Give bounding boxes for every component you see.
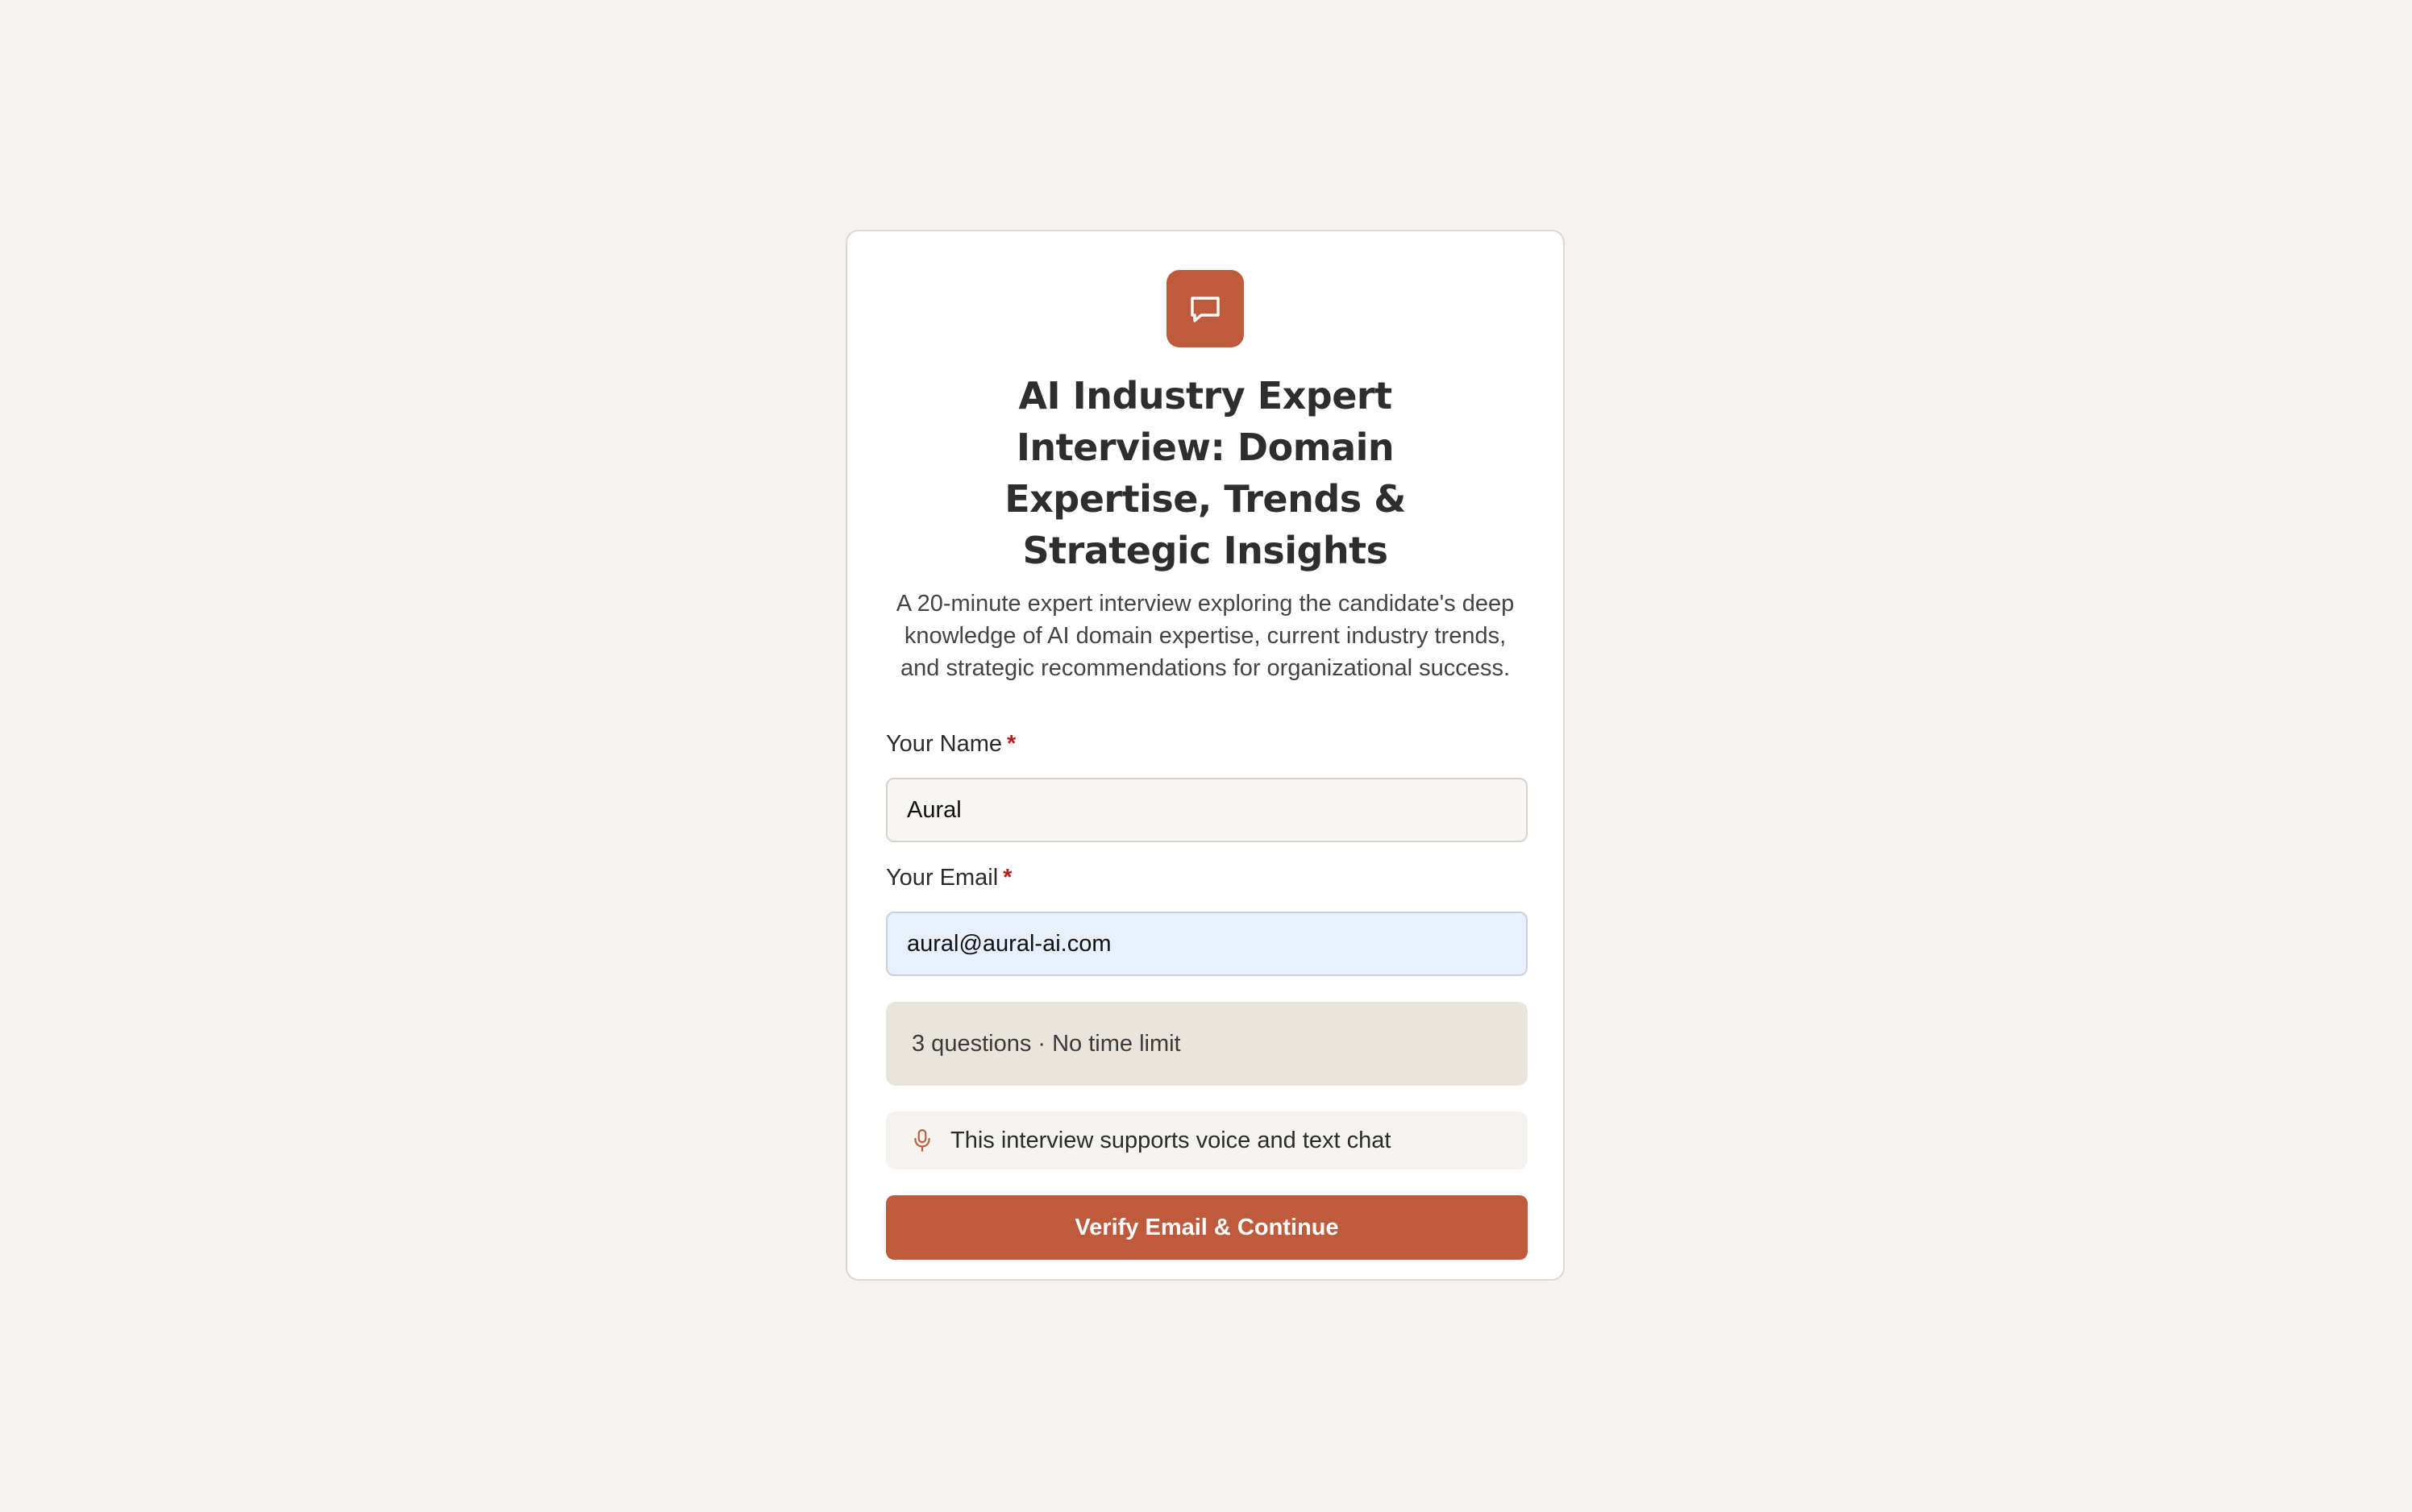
- required-marker: *: [1007, 731, 1017, 757]
- chat-bubble-icon: [1166, 270, 1244, 347]
- email-label: Your Email *: [886, 862, 1524, 894]
- verify-email-continue-button[interactable]: Verify Email & Continue: [886, 1195, 1528, 1260]
- interview-summary: 3 questions · No time limit: [886, 1002, 1528, 1086]
- voice-notice-text: This interview supports voice and text c…: [950, 1127, 1391, 1153]
- required-marker: *: [1003, 865, 1013, 891]
- microphone-icon: [912, 1128, 934, 1153]
- name-label-text: Your Name: [886, 731, 1003, 757]
- name-input[interactable]: [907, 796, 1507, 824]
- name-label: Your Name *: [886, 728, 1524, 760]
- email-field[interactable]: [886, 912, 1528, 976]
- page-title: AI Industry Expert Interview: Domain Exp…: [1004, 374, 1406, 572]
- name-field[interactable]: [886, 778, 1528, 842]
- voice-notice: This interview supports voice and text c…: [886, 1111, 1528, 1169]
- page-description: A 20-minute expert interview exploring t…: [896, 591, 1515, 681]
- interview-card: AI Industry Expert Interview: Domain Exp…: [846, 230, 1565, 1281]
- email-input[interactable]: [907, 930, 1507, 957]
- email-label-text: Your Email: [886, 865, 999, 891]
